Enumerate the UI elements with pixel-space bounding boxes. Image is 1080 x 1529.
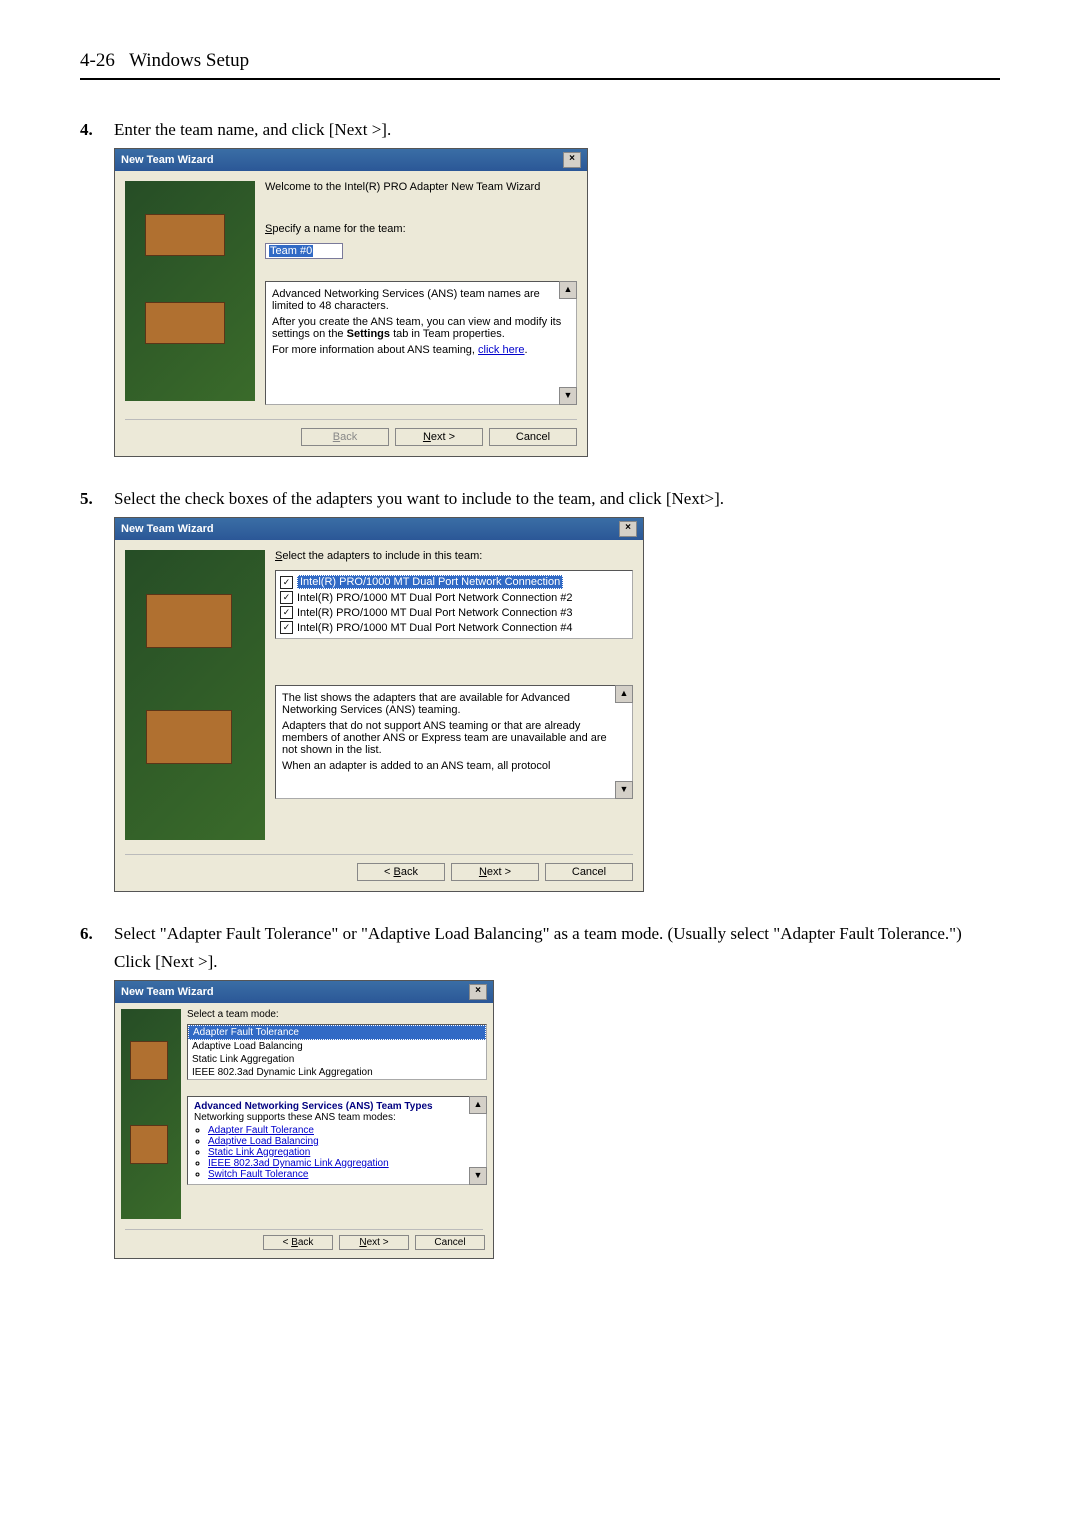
step-4-text: Enter the team name, and click [Next >]. (114, 120, 1000, 140)
titlebar: New Team Wizard × (115, 518, 643, 540)
wizard-side-image (125, 181, 255, 401)
header-rule (80, 78, 1000, 80)
help-link-alb[interactable]: Adaptive Load Balancing (208, 1136, 319, 1147)
adapter-info-text: ▲ The list shows the adapters that are a… (275, 685, 633, 799)
team-name-input[interactable]: Team #0 (265, 243, 343, 259)
new-team-wizard-dialog-2: New Team Wizard × Select the adapters to… (114, 517, 644, 892)
checkbox-icon[interactable] (280, 606, 293, 619)
scroll-down-icon[interactable]: ▼ (469, 1167, 487, 1185)
help-link-aft[interactable]: Adapter Fault Tolerance (208, 1125, 314, 1136)
dialog-title: New Team Wizard (121, 986, 214, 998)
page-header: 4-26 Windows Setup (80, 50, 1000, 72)
click-here-link[interactable]: click here (478, 344, 524, 356)
ans-info-text: ▲ Advanced Networking Services (ANS) tea… (265, 281, 577, 405)
mode-list[interactable]: Adapter Fault Tolerance Adaptive Load Ba… (187, 1024, 487, 1080)
close-icon[interactable]: × (563, 152, 581, 168)
mode-label: Select a team mode: (187, 1009, 487, 1020)
adapters-list[interactable]: Intel(R) PRO/1000 MT Dual Port Network C… (275, 570, 633, 639)
adapter-item-2[interactable]: Intel(R) PRO/1000 MT Dual Port Network C… (280, 590, 628, 605)
back-button[interactable]: < Back (357, 863, 445, 881)
scroll-down-icon[interactable]: ▼ (559, 387, 577, 405)
adapter-item-3[interactable]: Intel(R) PRO/1000 MT Dual Port Network C… (280, 605, 628, 620)
page-number: 4-26 (80, 50, 115, 71)
welcome-text: Welcome to the Intel(R) PRO Adapter New … (265, 181, 577, 193)
close-icon[interactable]: × (469, 984, 487, 1000)
adapter-item-1[interactable]: Intel(R) PRO/1000 MT Dual Port Network C… (280, 574, 628, 590)
help-link-sft[interactable]: Switch Fault Tolerance (208, 1169, 308, 1180)
scroll-up-icon[interactable]: ▲ (559, 281, 577, 299)
step-5-text: Select the check boxes of the adapters y… (114, 489, 1000, 509)
titlebar: New Team Wizard × (115, 981, 493, 1003)
adapter-item-4[interactable]: Intel(R) PRO/1000 MT Dual Port Network C… (280, 620, 628, 635)
next-button[interactable]: Next > (339, 1235, 409, 1250)
wizard-side-image (125, 550, 265, 840)
titlebar: New Team Wizard × (115, 149, 587, 171)
step-6-text-2: Click [Next >]. (114, 952, 1000, 972)
step-5-number: 5. (80, 489, 114, 910)
mode-item-sla[interactable]: Static Link Aggregation (188, 1053, 486, 1066)
back-button[interactable]: < Back (263, 1235, 333, 1250)
step-4-number: 4. (80, 120, 114, 475)
next-button[interactable]: Next > (451, 863, 539, 881)
step-6-text-1: Select "Adapter Fault Tolerance" or "Ada… (114, 924, 1000, 944)
checkbox-icon[interactable] (280, 591, 293, 604)
new-team-wizard-dialog-3: New Team Wizard × Select a team mode: Ad… (114, 980, 494, 1259)
team-name-label: Specify a name for the team: (265, 223, 577, 235)
dialog-title: New Team Wizard (121, 154, 214, 166)
close-icon[interactable]: × (619, 521, 637, 537)
next-button[interactable]: Next > (395, 428, 483, 446)
cancel-button[interactable]: Cancel (545, 863, 633, 881)
cancel-button[interactable]: Cancel (489, 428, 577, 446)
step-6-number: 6. (80, 924, 114, 1277)
checkbox-icon[interactable] (280, 576, 293, 589)
mode-item-aft[interactable]: Adapter Fault Tolerance (188, 1025, 486, 1040)
checkbox-icon[interactable] (280, 621, 293, 634)
scroll-up-icon[interactable]: ▲ (615, 685, 633, 703)
cancel-button[interactable]: Cancel (415, 1235, 485, 1250)
page-title: Windows Setup (129, 50, 249, 71)
adapters-label: Select the adapters to include in this t… (275, 550, 633, 562)
mode-item-8023ad[interactable]: IEEE 802.3ad Dynamic Link Aggregation (188, 1066, 486, 1079)
scroll-up-icon[interactable]: ▲ (469, 1096, 487, 1114)
help-link-sla[interactable]: Static Link Aggregation (208, 1147, 310, 1158)
dialog-title: New Team Wizard (121, 523, 214, 535)
ans-types-help: ▲ Advanced Networking Services (ANS) Tea… (187, 1096, 487, 1185)
mode-item-alb[interactable]: Adaptive Load Balancing (188, 1040, 486, 1053)
back-button[interactable]: Back (301, 428, 389, 446)
wizard-side-image (121, 1009, 181, 1219)
new-team-wizard-dialog-1: New Team Wizard × Welcome to the Intel(R… (114, 148, 588, 457)
help-link-8023ad[interactable]: IEEE 802.3ad Dynamic Link Aggregation (208, 1158, 389, 1169)
scroll-down-icon[interactable]: ▼ (615, 781, 633, 799)
